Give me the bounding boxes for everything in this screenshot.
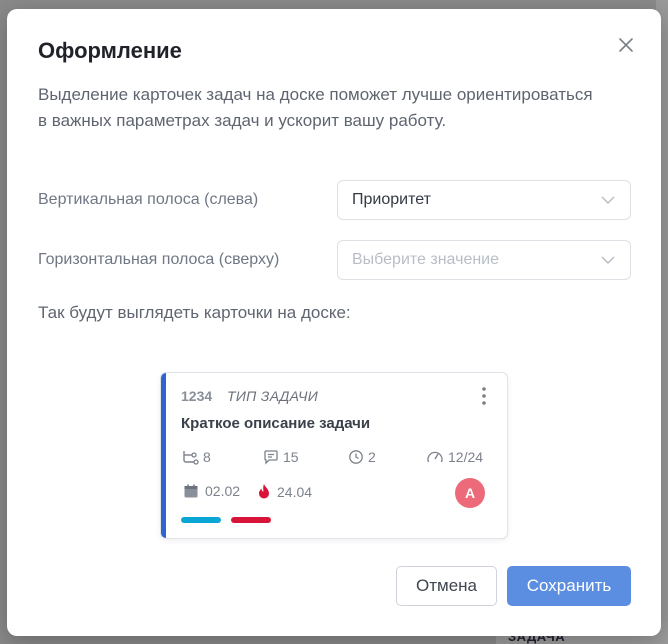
vertical-stripe-label: Вертикальная полоса (слева) (38, 191, 259, 208)
time-count: 2 (368, 449, 376, 465)
preview-label: Так будут выглядеть карточки на доске: (38, 303, 351, 322)
tag-bar-red (231, 517, 271, 523)
chevron-down-icon (601, 256, 615, 264)
comment-icon (264, 450, 278, 465)
card-menu-button[interactable] (479, 386, 489, 406)
subtasks-icon (183, 451, 199, 465)
close-button[interactable] (615, 34, 637, 56)
assignee-avatar[interactable]: А (455, 478, 485, 508)
horizontal-stripe-label: Горизонтальная полоса (сверху) (38, 251, 280, 268)
gauge-icon (427, 451, 443, 463)
subtasks-count: 8 (203, 449, 211, 465)
task-card-preview: 1234 ТИП ЗАДАЧИ Краткое описание задачи … (160, 372, 508, 539)
progress-stat: 12/24 (426, 449, 483, 465)
cancel-button[interactable]: Отмена (396, 566, 497, 606)
close-icon (619, 38, 633, 52)
appearance-dialog: Оформление Выделение карточек задач на д… (7, 9, 661, 636)
priority-stripe (161, 373, 166, 538)
comments-stat: 15 (263, 449, 299, 465)
deadline-date: 24.04 (257, 483, 312, 500)
fire-icon (259, 484, 269, 499)
tag-bar-cyan (181, 517, 221, 523)
vertical-stripe-value: Приоритет (352, 191, 431, 208)
task-title: Краткое описание задачи (181, 415, 371, 432)
horizontal-stripe-select[interactable]: Выберите значение (337, 240, 631, 280)
task-id: 1234 (181, 388, 213, 404)
vertical-stripe-select[interactable]: Приоритет (337, 180, 631, 220)
progress-value: 12/24 (448, 449, 484, 465)
comments-count: 15 (283, 449, 299, 465)
task-type: ТИП ЗАДАЧИ (227, 388, 319, 404)
save-button[interactable]: Сохранить (507, 566, 631, 606)
time-stat: 2 (348, 449, 376, 465)
calendar-icon (184, 484, 198, 498)
start-date-value: 02.02 (205, 483, 241, 499)
subtasks-stat: 8 (181, 449, 211, 465)
dialog-title: Оформление (38, 38, 182, 63)
deadline-value: 24.04 (277, 483, 313, 500)
more-vertical-icon (482, 387, 486, 405)
clock-icon (349, 450, 363, 464)
horizontal-stripe-placeholder: Выберите значение (352, 251, 500, 268)
start-date: 02.02 (183, 483, 240, 499)
chevron-down-icon (601, 196, 615, 204)
dialog-description: Выделение карточек задач на доске поможе… (38, 85, 593, 130)
